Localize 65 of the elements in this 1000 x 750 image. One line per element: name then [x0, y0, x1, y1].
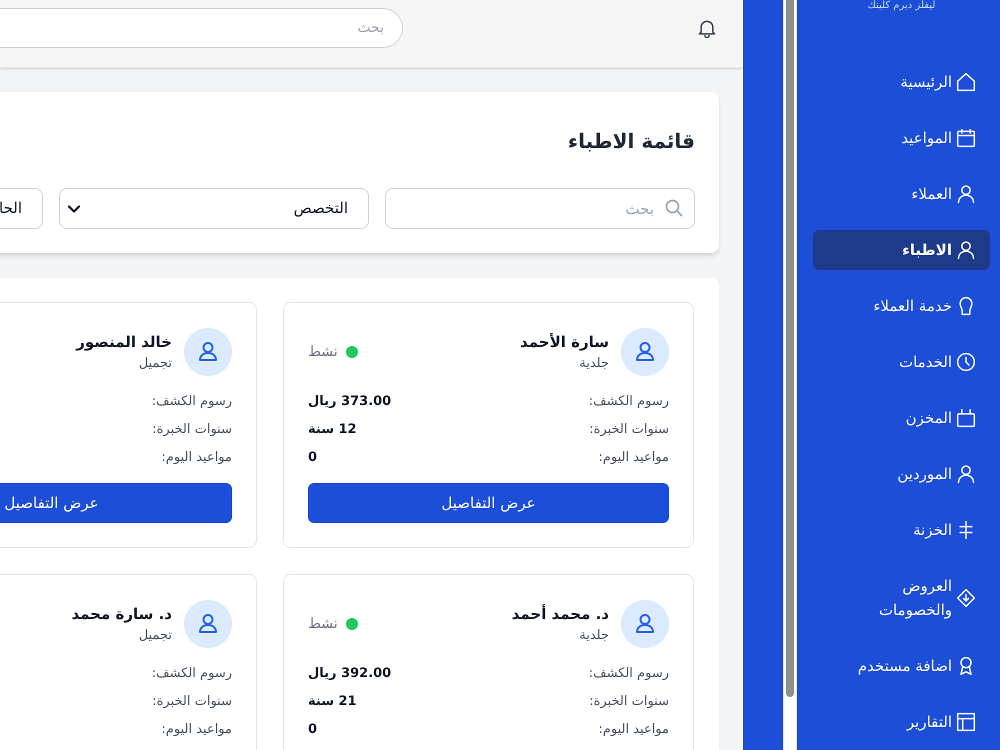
- box-icon: [956, 408, 976, 428]
- detail-value: 21 سنة: [308, 693, 357, 711]
- view-details-button[interactable]: عرض التفاصيل: [0, 483, 232, 523]
- sidebar-item[interactable]: خدمة العملاء: [813, 286, 990, 326]
- filter-dropdown[interactable]: التخصص: [59, 188, 369, 229]
- search-field[interactable]: بحث: [0, 8, 403, 48]
- detail-label: سنوات الخبرة:: [589, 421, 669, 439]
- detail-label: سنوات الخبرة:: [589, 693, 669, 711]
- status-label: نشط: [308, 615, 338, 634]
- detail-label: مواعيد اليوم:: [161, 449, 232, 467]
- detail-label: رسوم الكشف:: [588, 665, 669, 683]
- detail-value: 0: [308, 449, 318, 467]
- view-details-button[interactable]: عرض التفاصيل: [308, 483, 669, 523]
- filter-dropdown[interactable]: الحا: [0, 188, 43, 229]
- avatar-icon: [621, 600, 669, 648]
- bell-icon[interactable]: [697, 18, 717, 38]
- page-title: قائمة الاطباء: [566, 128, 695, 155]
- detail-label: سنوات الخبرة:: [152, 693, 232, 711]
- sidebar-item[interactable]: الرئيسية: [813, 62, 990, 102]
- sidebar-item[interactable]: اضافة مستخدم: [813, 646, 990, 686]
- detail-label: رسوم الكشف:: [152, 393, 232, 411]
- calendar-icon: [956, 128, 976, 148]
- user-icon: [956, 464, 976, 484]
- detail-label: رسوم الكشف:: [152, 665, 232, 683]
- sidebar-item[interactable]: العملاء: [813, 174, 990, 214]
- doctor-name: د. سارة محمد: [71, 604, 172, 625]
- detail-label: سنوات الخبرة:: [152, 421, 232, 439]
- sidebar-item[interactable]: المواعيد: [813, 118, 990, 158]
- status-label: نشط: [308, 343, 338, 362]
- detail-label: مواعيد اليوم:: [598, 721, 669, 739]
- sidebar-item[interactable]: الخدمات: [813, 342, 990, 382]
- search-icon: [665, 199, 683, 217]
- avatar-icon: [184, 600, 232, 648]
- diamond-icon: [956, 588, 976, 608]
- layout-icon: [956, 712, 976, 732]
- brand-name: ليفلز ديرم كلينك: [866, 0, 936, 12]
- specialty-label: جلدية: [578, 627, 609, 645]
- user-icon: [956, 240, 976, 260]
- detail-value: 0: [308, 721, 318, 739]
- sidebar-item[interactable]: المخزن: [813, 398, 990, 438]
- sidebar-item[interactable]: العروض والخصومات: [813, 566, 990, 630]
- sidebar-item[interactable]: الاطباء: [813, 230, 990, 270]
- search-field[interactable]: بحث: [385, 188, 695, 229]
- detail-value: 392.00 ريال: [308, 665, 392, 683]
- specialty-label: جلدية: [578, 355, 609, 373]
- detail-value: 373.00 ريال: [308, 393, 392, 411]
- specialty-label: تجميل: [138, 627, 172, 645]
- specialty-label: تجميل: [138, 355, 172, 373]
- sidebar-item[interactable]: الخزنة: [813, 510, 990, 550]
- doctor-name: د. محمد أحمد: [512, 603, 609, 625]
- detail-value: 12 سنة: [308, 421, 357, 439]
- sidebar-item[interactable]: الموردين: [813, 454, 990, 494]
- doctor-name: سارة الأحمد: [520, 332, 609, 353]
- detail-label: مواعيد اليوم:: [161, 721, 232, 739]
- user-icon: [956, 184, 976, 204]
- avatar-icon: [184, 328, 232, 376]
- detail-label: رسوم الكشف:: [588, 393, 669, 411]
- clock-icon: [956, 352, 976, 372]
- avatar-icon: [621, 328, 669, 376]
- sidebar-item[interactable]: التقارير: [813, 702, 990, 742]
- house-icon: [956, 72, 976, 92]
- chevron-down-icon: [68, 202, 80, 214]
- scrollbar-thumb[interactable]: [786, 0, 794, 697]
- detail-label: مواعيد اليوم:: [598, 449, 669, 467]
- doctor-name: خالد المنصور: [76, 332, 172, 353]
